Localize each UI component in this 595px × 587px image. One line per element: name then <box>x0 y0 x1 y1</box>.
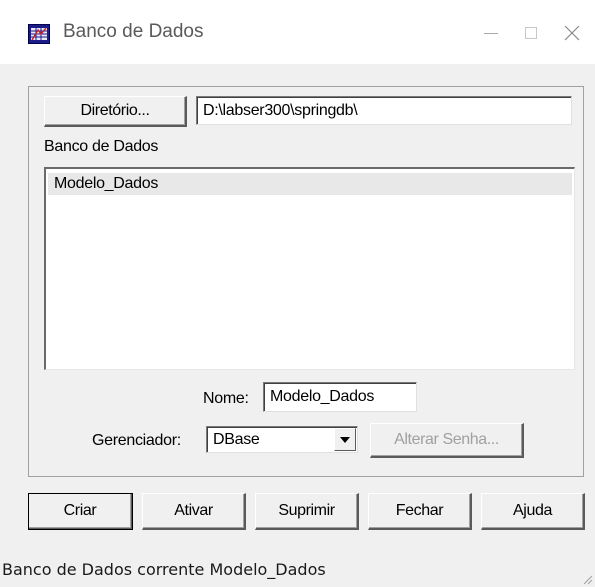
maximize-button[interactable] <box>508 10 554 56</box>
resize-grip-icon[interactable] <box>579 571 593 585</box>
create-button[interactable]: Criar <box>28 493 133 530</box>
maximize-icon <box>525 27 537 39</box>
window-title: Banco de Dados <box>63 21 204 42</box>
status-bar: Banco de Dados corrente Modelo_Dados <box>0 550 595 587</box>
database-listbox[interactable]: Modelo_Dados <box>44 167 575 370</box>
database-dialog: Banco de Dados Diretório... D:\labser300… <box>0 0 595 587</box>
database-list-label: Banco de Dados <box>44 138 159 155</box>
database-app-icon <box>28 24 50 44</box>
activate-button[interactable]: Ativar <box>142 493 246 530</box>
status-text: Banco de Dados corrente Modelo_Dados <box>2 560 326 579</box>
directory-path-field[interactable]: D:\labser300\springdb\ <box>196 96 572 125</box>
dropdown-arrow-icon[interactable] <box>334 428 356 451</box>
manager-select[interactable]: DBase <box>206 426 358 453</box>
delete-button[interactable]: Suprimir <box>255 493 359 530</box>
directory-button[interactable]: Diretório... <box>44 96 187 127</box>
close-button[interactable] <box>550 10 594 56</box>
name-label: Nome: <box>203 390 249 407</box>
help-button[interactable]: Ajuda <box>481 493 585 530</box>
list-item[interactable]: Modelo_Dados <box>48 173 572 195</box>
manager-label: Gerenciador: <box>92 432 181 449</box>
close-dialog-button[interactable]: Fechar <box>368 493 472 530</box>
close-icon <box>564 25 580 41</box>
name-input[interactable]: Modelo_Dados <box>263 382 417 412</box>
title-bar[interactable]: Banco de Dados <box>0 0 595 64</box>
manager-selected-value: DBase <box>213 430 260 448</box>
change-password-button[interactable]: Alterar Senha... <box>370 423 524 458</box>
